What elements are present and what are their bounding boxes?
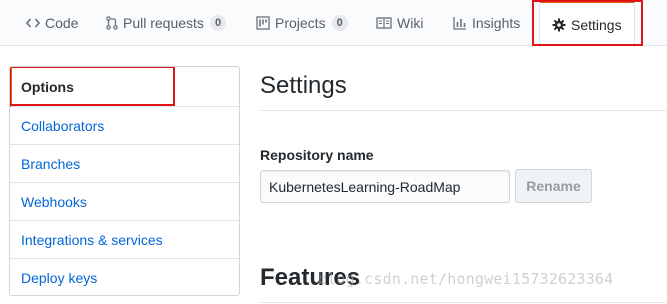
tab-settings-label: Settings <box>571 17 622 33</box>
project-icon <box>256 16 270 30</box>
sidebar-item-webhooks[interactable]: Webhooks <box>10 183 239 221</box>
tab-code[interactable]: Code <box>26 0 78 46</box>
code-icon <box>26 17 40 29</box>
tab-projects-label: Projects <box>275 15 326 31</box>
sidebar-item-label: Options <box>21 78 74 95</box>
sidebar-item-branches[interactable]: Branches <box>10 145 239 183</box>
sidebar-item-label: Webhooks <box>21 193 87 210</box>
sidebar-item-label: Integrations & services <box>21 231 163 248</box>
tab-projects[interactable]: Projects 0 <box>256 0 348 46</box>
sidebar-item-integrations[interactable]: Integrations & services <box>10 221 239 259</box>
tab-insights-label: Insights <box>472 15 521 31</box>
repository-name-input[interactable] <box>260 170 510 203</box>
projects-counter: 0 <box>331 15 348 31</box>
gear-icon <box>552 18 566 32</box>
tab-settings[interactable]: Settings <box>532 0 643 47</box>
page-title: Settings <box>260 72 347 99</box>
tab-wiki-label: Wiki <box>397 15 424 31</box>
graph-icon <box>453 16 467 30</box>
book-icon <box>376 17 392 29</box>
sidebar-item-label: Branches <box>21 155 81 172</box>
sidebar-item-label: Collaborators <box>21 117 105 134</box>
sidebar-item-deploy-keys[interactable]: Deploy keys <box>10 259 239 295</box>
sidebar-item-options[interactable]: Options <box>10 67 239 107</box>
rename-button[interactable]: Rename <box>515 169 592 203</box>
sidebar-item-collaborators[interactable]: Collaborators <box>10 107 239 145</box>
sidebar-item-label: Deploy keys <box>21 270 98 286</box>
settings-sidebar: Options Collaborators Branches Webhooks … <box>9 66 240 296</box>
tab-wiki[interactable]: Wiki <box>376 0 423 46</box>
watermark: blog.csdn.net/hongwei15732623364 <box>318 270 614 288</box>
tab-code-label: Code <box>45 15 79 31</box>
repo-nav-bar: Code Pull requests 0 Projects 0 Wiki Ins… <box>0 0 667 47</box>
tab-pull-requests[interactable]: Pull requests 0 <box>106 0 227 46</box>
title-divider <box>260 110 667 111</box>
pull-requests-counter: 0 <box>209 15 227 31</box>
tab-pull-requests-label: Pull requests <box>123 15 204 31</box>
pull-request-icon <box>106 16 118 30</box>
repository-name-label: Repository name <box>260 147 374 163</box>
tab-insights[interactable]: Insights <box>453 0 520 46</box>
features-divider <box>260 302 667 303</box>
